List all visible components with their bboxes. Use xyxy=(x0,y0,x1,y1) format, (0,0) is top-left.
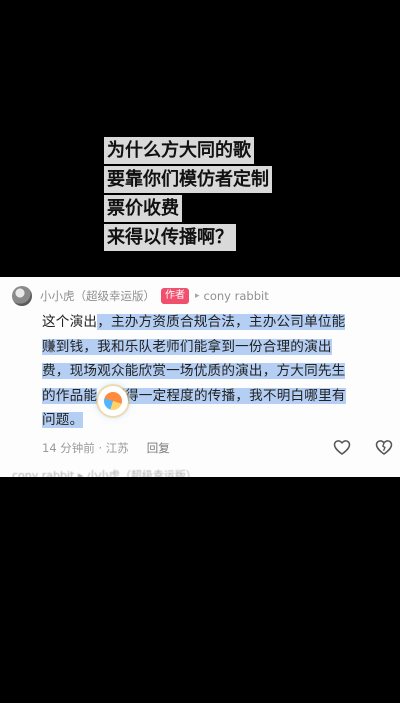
comment-line: 这个演出，主办方资质合规合法，主办公司单位能 xyxy=(42,310,386,335)
reply-arrow-icon: ▸ xyxy=(195,291,200,301)
handle-icon xyxy=(104,392,122,410)
text-selection-handle[interactable] xyxy=(98,386,128,416)
caption-line: 票价收费 xyxy=(104,195,182,222)
username[interactable]: 小小虎（超级幸运版） xyxy=(40,288,155,304)
comment-text-segment: 这个演出 xyxy=(42,314,98,330)
comment-time-location: 14 分钟前 · 江苏 xyxy=(42,441,129,455)
avatar[interactable] xyxy=(12,286,32,306)
comment-line: 问题。 xyxy=(42,408,386,433)
reply-button[interactable]: 回复 xyxy=(147,440,170,456)
broken-heart-icon[interactable] xyxy=(374,437,394,457)
selected-text-segment: 赚到钱，我和乐队老师们能拿到一份合理的演出 xyxy=(42,338,332,355)
comment-line: 赚到钱，我和乐队老师们能拿到一份合理的演出 xyxy=(42,335,386,360)
selected-text-segment: 获得一定程度的传播，我不明白哪里有 xyxy=(111,387,346,404)
selected-text-segment: 的作品能 xyxy=(42,387,98,404)
comment-line: 费，现场观众能欣赏一场优质的演出，方大同先生 xyxy=(42,359,386,384)
comment-line: 的作品能 获得一定程度的传播，我不明白哪里有 xyxy=(42,384,386,409)
caption-line: 为什么方大同的歌 xyxy=(104,137,254,164)
next-comment-preview: cony rabbit ▸ 小小虎（超级幸运版） xyxy=(12,469,197,477)
heart-outline-icon[interactable] xyxy=(332,437,352,457)
selected-text-segment: ，主办方资质合规合法，主办公司单位能 xyxy=(97,314,346,330)
comment-text[interactable]: 这个演出，主办方资质合规合法，主办公司单位能 赚到钱，我和乐队老师们能拿到一份合… xyxy=(42,310,386,433)
comment-meta: 14 分钟前 · 江苏 回复 xyxy=(42,437,394,458)
video-frame: 为什么方大同的歌 要靠你们模仿者定制 票价收费 来得以传播啊？ 小小虎（超级幸运… xyxy=(0,0,400,703)
selected-text-segment: 费，现场观众能欣赏一场优质的演出，方大同先生 xyxy=(42,363,346,379)
author-badge: 作者 xyxy=(161,288,189,304)
reply-to-username[interactable]: cony rabbit xyxy=(204,289,269,303)
caption-line: 要靠你们模仿者定制 xyxy=(104,166,272,193)
caption-overlay: 为什么方大同的歌 要靠你们模仿者定制 票价收费 来得以传播啊？ xyxy=(104,137,304,253)
caption-line: 来得以传播啊？ xyxy=(104,224,236,251)
comment-screenshot: 小小虎（超级幸运版） 作者 ▸ cony rabbit 这个演出，主办方资质合规… xyxy=(0,277,400,477)
selected-text-segment: 问题。 xyxy=(42,412,84,428)
comment-header: 小小虎（超级幸运版） 作者 ▸ cony rabbit xyxy=(12,285,269,307)
